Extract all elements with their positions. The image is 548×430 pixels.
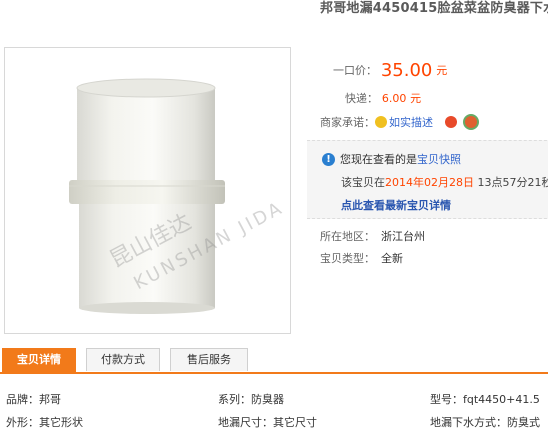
product-image[interactable]: 昆山佳达 KUNSHAN JIDA [4,47,291,334]
view-latest-link[interactable]: 点此查看最新宝贝详情 [341,197,451,213]
price-value: 35.00 [380,60,433,81]
price-label: 一口价： [333,64,377,77]
snapshot-link[interactable]: 宝贝快照 [417,151,461,167]
promise-label: 商家承诺： [320,116,375,129]
snapshot-notice-text: 您现在查看的是 [340,153,417,166]
attr-series: 系列：防臭器 [218,393,284,406]
location-value: 浙江台州 [381,230,425,243]
shipping-row: 快递： 6.00 元 [345,90,421,106]
tab-after-sales[interactable]: 售后服务 [170,348,248,371]
fitting-bottom-rim [79,302,215,314]
shipping-value: 6.00 [381,92,407,105]
price-unit: 元 [436,64,448,77]
fitting-collar [69,180,225,204]
location-label: 所在地区： [320,230,375,243]
info-icon: ! [322,152,335,166]
fitting-top-rim [76,78,216,98]
tab-payment[interactable]: 付款方式 [86,348,160,371]
attr-brand: 品牌：邦哥 [6,393,61,406]
detail-tabs: 宝贝详情 付款方式 售后服务 [0,348,548,374]
fitting-upper-body [77,88,215,183]
product-title: 邦哥地漏4450415脸盆菜盆防臭器下水 [320,1,548,16]
tab-item-details[interactable]: 宝贝详情 [2,348,76,373]
shipping-unit: 元 [410,92,422,105]
guarantee-icon [375,116,387,128]
price-row: 一口价： 35.00 元 [333,60,447,81]
snapshot-notice: ! 您现在查看的是 宝贝快照 该宝贝在2014年02月28日 13点57分21秒… [307,140,548,219]
consumer-protection-icon[interactable] [445,116,457,128]
shipping-label: 快递： [345,92,378,105]
snapshot-time: 该宝贝在2014年02月28日 13点57分21秒 [341,174,548,190]
drain-fitting-photo: 昆山佳达 KUNSHAN JIDA [69,78,288,314]
location-row: 所在地区： 浙江台州 [320,228,425,244]
snapshot-clock: 13点57分21秒 [474,176,548,189]
seven-day-return-icon[interactable] [463,114,479,130]
merchant-promise-row: 商家承诺： 如实描述 [320,114,479,130]
item-type-label: 宝贝类型： [320,252,375,265]
accurate-description-link[interactable]: 如实描述 [389,114,433,130]
snapshot-date: 2014年02月28日 [385,176,474,189]
attr-model: 型号：fqt4450+41.5 [430,393,540,406]
item-type-value: 全新 [381,252,403,265]
item-type-row: 宝贝类型： 全新 [320,250,403,266]
